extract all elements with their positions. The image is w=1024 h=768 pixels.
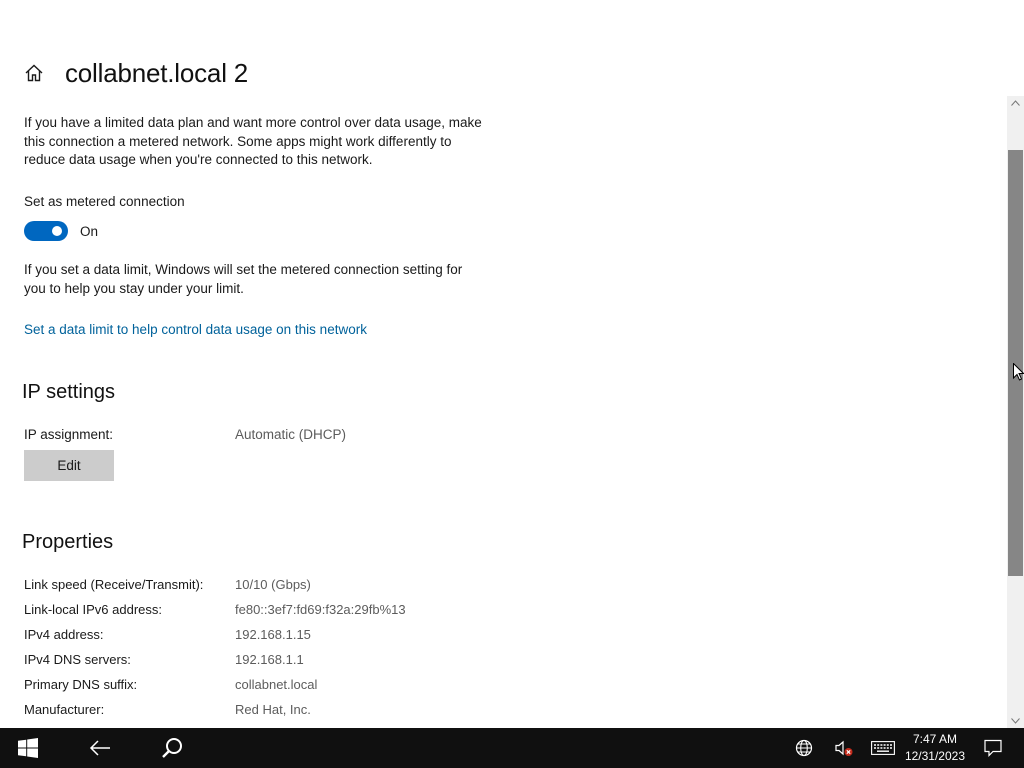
metered-toggle-state: On [80, 224, 99, 239]
property-key: Manufacturer: [24, 702, 105, 717]
property-key: IPv4 address: [24, 627, 104, 642]
metered-connection-label: Set as metered connection [24, 194, 185, 209]
metered-connection-toggle[interactable] [24, 221, 68, 241]
ip-assignment-label: IP assignment: [24, 427, 114, 442]
property-value: 192.168.1.15 [235, 627, 311, 642]
property-key: Primary DNS suffix: [24, 677, 138, 692]
home-icon[interactable] [24, 63, 44, 83]
vertical-scrollbar[interactable] [1007, 96, 1024, 728]
property-value: 192.168.1.1 [235, 652, 304, 667]
set-data-limit-link[interactable]: Set a data limit to help control data us… [24, 322, 367, 337]
page-title: collabnet.local 2 [65, 57, 249, 88]
toggle-knob [52, 226, 62, 236]
windows-start-icon[interactable] [0, 728, 56, 768]
property-value: 10/10 (Gbps) [235, 577, 311, 592]
back-arrow-icon[interactable] [78, 728, 122, 768]
search-icon[interactable] [150, 728, 194, 768]
property-value: Red Hat, Inc. [235, 702, 311, 717]
property-value: collabnet.local [235, 677, 318, 692]
properties-heading: Properties [22, 531, 114, 553]
mouse-cursor-icon [1013, 362, 1024, 381]
data-limit-note: If you set a data limit, Windows will se… [24, 262, 463, 296]
volume-muted-icon[interactable] [832, 728, 856, 768]
property-value: fe80::3ef7:fd69:f32a:29fb%13 [235, 602, 406, 617]
ip-assignment-value: Automatic (DHCP) [235, 427, 347, 442]
property-key: Link speed (Receive/Transmit): [24, 577, 204, 592]
keyboard-icon[interactable] [869, 728, 897, 768]
clock-time[interactable]: 7:47 AM [900, 732, 957, 746]
scroll-down-arrow-icon[interactable] [1007, 714, 1024, 728]
edit-ip-button[interactable]: Edit [24, 450, 114, 481]
ip-settings-heading: IP settings [22, 381, 116, 403]
notification-icon[interactable] [980, 728, 1006, 768]
property-key: Link-local IPv6 address: [24, 602, 163, 617]
clock-date[interactable]: 12/31/2023 [900, 749, 965, 763]
page-header: collabnet.local 2 [24, 57, 248, 89]
scroll-up-arrow-icon[interactable] [1007, 96, 1024, 110]
network-globe-icon[interactable] [792, 728, 816, 768]
property-key: IPv4 DNS servers: [24, 652, 131, 667]
taskbar: 7:47 AM 12/31/2023 [0, 728, 1024, 768]
settings-page: collabnet.local 2 If you have a limited … [0, 0, 1007, 728]
metered-description: If you have a limited data plan and want… [24, 115, 482, 167]
